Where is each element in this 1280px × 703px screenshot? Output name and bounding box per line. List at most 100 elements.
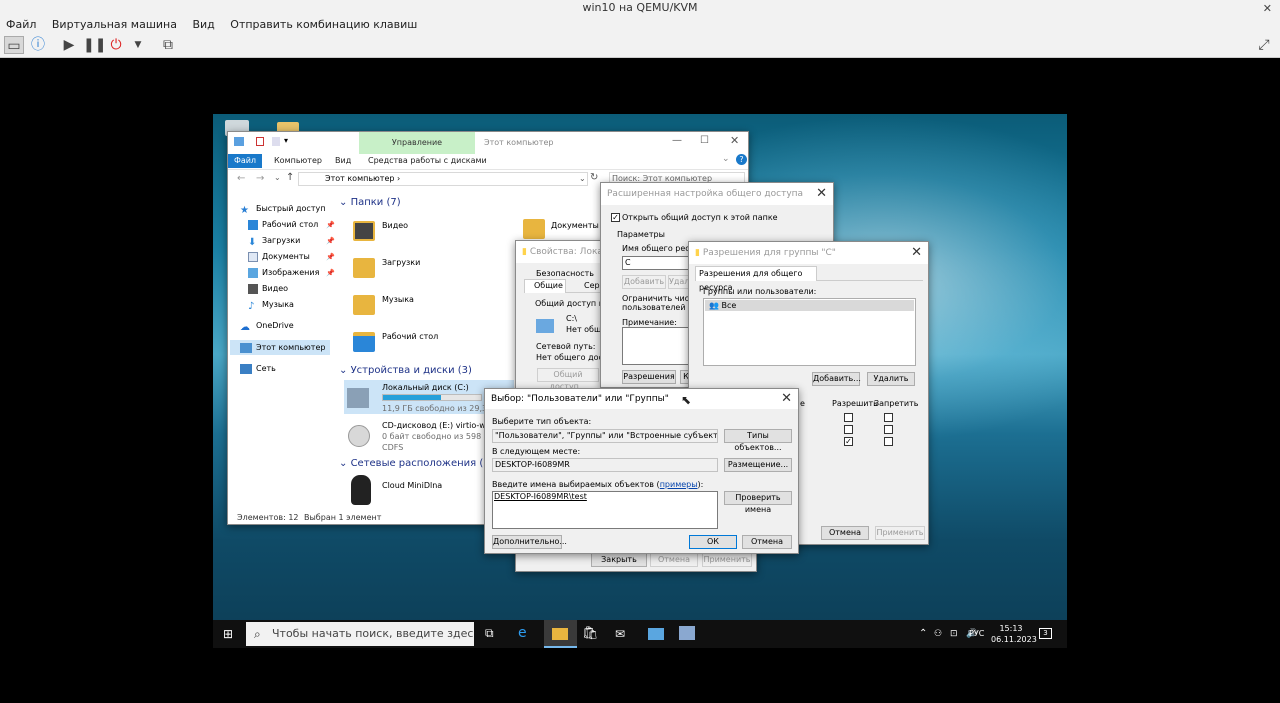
deny-read-checkbox[interactable] xyxy=(884,437,893,446)
video-folder-icon[interactable] xyxy=(353,221,375,241)
nav-onedrive[interactable]: ☁ OneDrive xyxy=(240,319,294,333)
close-icon[interactable]: ✕ xyxy=(911,245,922,260)
cancel-button[interactable]: Отмена xyxy=(742,535,792,549)
pin-icon[interactable]: 📌 xyxy=(326,237,335,245)
group-all-row[interactable]: 👥 Все xyxy=(705,300,914,311)
mail-icon[interactable]: ✉ xyxy=(615,627,625,641)
linux-penguin-icon[interactable] xyxy=(351,475,371,505)
cancel-button[interactable]: Отмена xyxy=(650,553,698,567)
advanced-button[interactable]: Дополнительно... xyxy=(492,535,567,549)
nav-music[interactable]: ♪ Музыка xyxy=(248,298,294,312)
close-icon[interactable]: ✕ xyxy=(1263,1,1272,17)
folders-header[interactable]: ⌄ Папки (7) xyxy=(339,197,401,208)
chevron-down-icon[interactable]: ⌄ xyxy=(274,173,281,182)
drive-c-name[interactable]: Локальный диск (C:) xyxy=(382,383,469,392)
close-button[interactable]: Закрыть xyxy=(591,553,647,567)
folder-desktop-label[interactable]: Рабочий стол xyxy=(382,332,438,341)
maximize-icon[interactable]: ☐ xyxy=(700,135,709,146)
folder-videos-label[interactable]: Видео xyxy=(382,221,408,230)
allow-full-checkbox[interactable] xyxy=(844,413,853,422)
drive-c-icon[interactable] xyxy=(347,388,369,408)
refresh-icon[interactable]: ↻ xyxy=(590,172,598,183)
apply-button[interactable]: Применить xyxy=(702,553,752,567)
forward-icon[interactable]: → xyxy=(256,173,264,184)
menu-vm[interactable]: Виртуальная машина xyxy=(46,16,183,33)
allow-change-checkbox[interactable] xyxy=(844,425,853,434)
close-icon[interactable]: ✕ xyxy=(816,186,827,201)
minimize-icon[interactable]: — xyxy=(672,135,682,146)
people-icon[interactable]: ⚇ xyxy=(934,620,942,648)
permissions-button[interactable]: Разрешения xyxy=(622,370,676,384)
windows-start-icon[interactable]: ⊞ xyxy=(223,627,233,641)
nav-quick-access[interactable]: ★ Быстрый доступ xyxy=(240,202,325,216)
chevron-down-icon[interactable]: ▼ xyxy=(128,36,148,54)
store-icon[interactable]: 🛍 xyxy=(582,626,599,641)
allow-read-checkbox[interactable]: ✓ xyxy=(844,437,853,446)
nav-pictures[interactable]: Изображения xyxy=(248,266,319,280)
check-names-button[interactable]: Проверить имена xyxy=(724,491,792,514)
deny-full-checkbox[interactable] xyxy=(884,413,893,422)
help-icon[interactable]: ? xyxy=(736,154,747,165)
new-folder-icon[interactable] xyxy=(272,137,280,146)
pin-icon[interactable]: 📌 xyxy=(326,269,335,277)
tab-view[interactable]: Вид xyxy=(335,154,351,168)
network-header[interactable]: ⌄ Сетевые расположения (2) xyxy=(339,458,494,469)
menu-file[interactable]: Файл xyxy=(0,16,42,33)
tab-security[interactable]: Безопасность xyxy=(536,269,594,278)
add-share-button[interactable]: Добавить xyxy=(622,275,666,289)
chevron-down-icon[interactable]: ⌄ xyxy=(722,154,730,164)
examples-link[interactable]: примеры xyxy=(660,480,698,489)
nav-videos[interactable]: Видео xyxy=(248,282,288,296)
language-indicator[interactable]: РУС xyxy=(969,620,984,648)
console-icon[interactable]: ▭ xyxy=(4,36,24,54)
close-icon[interactable]: ✕ xyxy=(730,134,739,147)
share-button[interactable]: Общий доступ... xyxy=(537,368,599,391)
music-folder-icon[interactable] xyxy=(353,295,375,315)
app-icon[interactable] xyxy=(648,628,664,640)
pin-icon[interactable]: 📌 xyxy=(326,221,335,229)
drives-header[interactable]: ⌄ Устройства и диски (3) xyxy=(339,365,472,376)
notifications-icon[interactable]: 3 xyxy=(1039,628,1052,639)
pause-icon[interactable]: ❚❚ xyxy=(83,36,106,54)
nav-documents[interactable]: Документы xyxy=(248,250,310,264)
downloads-folder-icon[interactable] xyxy=(353,258,375,278)
back-icon[interactable]: ← xyxy=(237,173,245,184)
share-checkbox[interactable]: ✓ xyxy=(611,213,620,222)
groups-list[interactable]: 👥 Все xyxy=(703,298,916,366)
share-name-input[interactable]: C xyxy=(622,256,692,270)
ok-button[interactable]: ОК xyxy=(689,535,737,549)
remove-share-button[interactable]: Удал xyxy=(668,275,690,289)
network-minidlna[interactable]: Cloud MiniDlna xyxy=(382,481,442,490)
note-textarea[interactable] xyxy=(622,327,692,365)
add-group-button[interactable]: Добавить... xyxy=(812,372,861,386)
tab-file[interactable]: Файл xyxy=(228,154,262,168)
folder-documents-label[interactable]: Документы xyxy=(551,221,599,230)
chevron-up-icon[interactable]: ⌃ xyxy=(919,620,927,648)
up-icon[interactable]: ↑ xyxy=(286,172,294,183)
desktop-folder-icon[interactable] xyxy=(353,332,375,352)
tab-general[interactable]: Общие xyxy=(534,281,563,290)
object-types-button[interactable]: Типы объектов... xyxy=(724,429,792,452)
play-icon[interactable]: ▶ xyxy=(59,36,79,54)
deny-change-checkbox[interactable] xyxy=(884,425,893,434)
menu-view[interactable]: Вид xyxy=(186,16,220,33)
network-app-icon[interactable] xyxy=(679,626,695,640)
remove-group-button[interactable]: Удалить xyxy=(867,372,915,386)
pin-icon[interactable]: 📌 xyxy=(326,253,335,261)
tab-share-permissions[interactable]: Разрешения для общего ресурса xyxy=(695,266,817,292)
cancel-button[interactable]: Отмена xyxy=(821,526,869,540)
properties-icon[interactable] xyxy=(256,137,264,146)
screenshot-icon[interactable]: ⧉ xyxy=(158,36,178,54)
nav-downloads[interactable]: ⬇ Загрузки xyxy=(248,234,300,248)
explorer-taskbar-icon[interactable] xyxy=(552,628,568,640)
fullscreen-icon[interactable]: ⤢ xyxy=(1254,36,1274,54)
task-view-icon[interactable]: ⧉ xyxy=(485,626,494,641)
names-textarea[interactable]: DESKTOP-I6089MR\test xyxy=(492,491,718,529)
nav-this-pc[interactable]: Этот компьютер xyxy=(240,341,325,355)
locations-button[interactable]: Размещение... xyxy=(724,458,792,472)
taskbar-search[interactable]: ⌕ Чтобы начать поиск, введите здесь запр… xyxy=(246,622,474,646)
tab-computer[interactable]: Компьютер xyxy=(274,154,322,168)
info-icon[interactable]: ⓘ xyxy=(28,36,48,54)
documents-folder-icon[interactable] xyxy=(523,219,545,239)
cd-drive-icon[interactable] xyxy=(348,425,370,447)
